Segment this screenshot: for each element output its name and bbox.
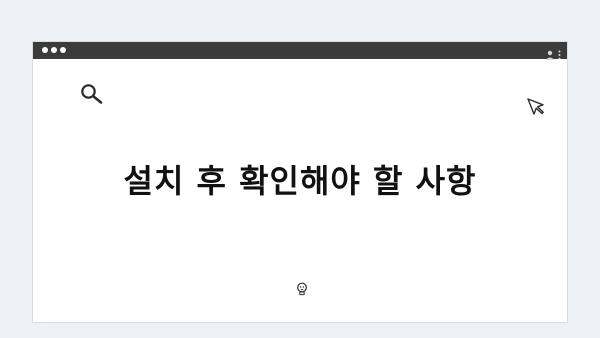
maximize-button[interactable] [60,47,66,53]
lightbulb-icon [296,281,308,300]
screenshot-stage: 설치 후 확인해야 할 사항 [0,0,600,338]
cursor-icon [526,97,546,121]
browser-window: 설치 후 확인해야 할 사항 [32,41,568,323]
window-titlebar [33,42,567,60]
search-icon[interactable] [80,83,106,109]
window-content: 설치 후 확인해야 할 사항 [33,59,567,322]
minimize-button[interactable] [51,47,57,53]
close-button[interactable] [42,47,48,53]
window-controls [42,47,66,53]
page-headline: 설치 후 확인해야 할 사항 [123,162,477,200]
